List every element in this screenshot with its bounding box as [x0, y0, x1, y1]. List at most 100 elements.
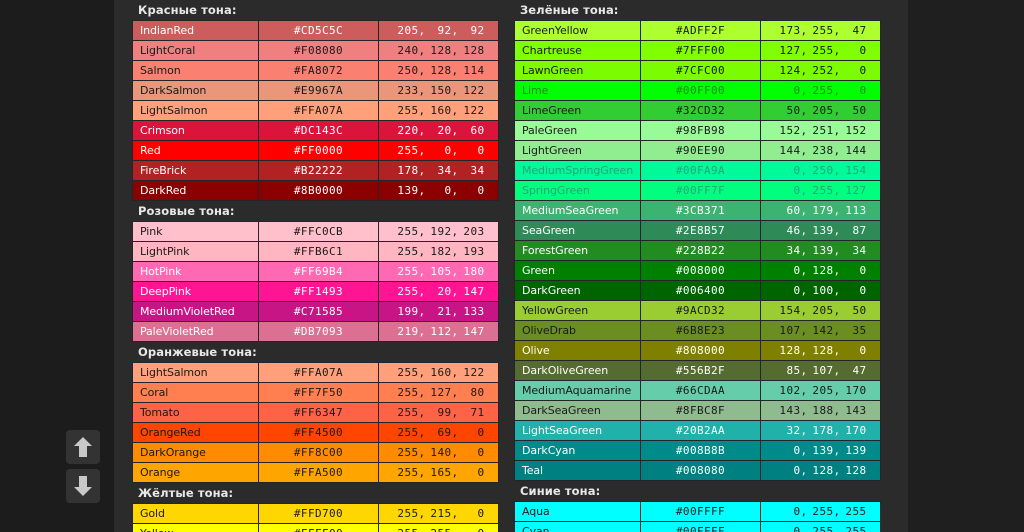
color-table: Gold#FFD700255,215,0Yellow#FFFF00255,255…	[132, 503, 499, 532]
color-name-cell: DarkOrange	[132, 442, 259, 463]
color-rgb-cell: 219, 112, 147	[378, 321, 499, 342]
section-title: Оранжевые тона:	[138, 345, 257, 359]
color-hex-cell: #556B2F	[640, 360, 761, 381]
color-name-cell: SpringGreen	[514, 180, 641, 201]
table-row: Yellow#FFFF00255,255,0	[132, 523, 499, 532]
color-name-cell: PaleVioletRed	[132, 321, 259, 342]
table-row: LightPink #FFB6C1 255, 182, 193	[132, 241, 499, 262]
color-table: Aqua #00FFFF 0, 255, 255 Cyan #00FFFF 0, 255, 255	[514, 501, 881, 532]
content-area: Красные тона: IndianRed #CD5C5C 205, 92, 92 Li…	[132, 0, 894, 532]
page-surface: Красные тона: IndianRed #CD5C5C 205, 92, 92 Li…	[114, 0, 908, 532]
table-row: DarkSalmon #E9967A 233, 150, 122	[132, 80, 499, 101]
color-rgb-cell: 255,255,0	[378, 523, 499, 532]
color-hex-cell: #DB7093	[258, 321, 379, 342]
table-row: MediumSpringGreen #00FA9A 0, 250, 154	[514, 160, 881, 181]
table-row: LawnGreen #7CFC00 124, 252, 0	[514, 60, 881, 81]
color-hex-cell: #7FFF00	[640, 40, 761, 61]
color-hex-cell: #008000	[640, 260, 761, 281]
table-row: HotPink #FF69B4 255, 105, 180	[132, 261, 499, 282]
color-hex-cell: #FFD700	[258, 503, 379, 524]
table-row: FireBrick #B22222 178, 34, 34	[132, 160, 499, 181]
color-rgb-cell: 46, 139, 87	[760, 220, 881, 241]
table-row: MediumVioletRed #C71585 199, 21, 133	[132, 301, 499, 322]
color-rgb-cell: 255, 215, 0	[378, 503, 499, 524]
color-hex-cell: #FFA07A	[258, 362, 379, 383]
color-hex-cell: #F08080	[258, 40, 379, 61]
table-row: PaleVioletRed #DB7093 219, 112, 147	[132, 321, 499, 342]
color-name-cell: ForestGreen	[514, 240, 641, 261]
color-hex-cell: #32CD32	[640, 100, 761, 121]
color-hex-cell: #FF4500	[258, 422, 379, 443]
color-rgb-cell: 107, 142, 35	[760, 320, 881, 341]
section-title: Жёлтые тона:	[138, 486, 234, 500]
color-name-cell: Pink	[132, 221, 259, 242]
color-rgb-cell: 85, 107, 47	[760, 360, 881, 381]
color-hex-cell: #FF7F50	[258, 382, 379, 403]
color-hex-cell: #FFA07A	[258, 100, 379, 121]
table-row: YellowGreen #9ACD32 154, 205, 50	[514, 300, 881, 321]
color-rgb-cell: 124, 252, 0	[760, 60, 881, 81]
color-name-cell: SeaGreen	[514, 220, 641, 241]
color-name-cell: MediumVioletRed	[132, 301, 259, 322]
color-name-cell: Teal	[514, 460, 641, 481]
color-name-cell: Green	[514, 260, 641, 281]
color-hex-cell: #008B8B	[640, 440, 761, 461]
color-rgb-cell: 0, 100, 0	[760, 280, 881, 301]
color-rgb-cell: 255, 140, 0	[378, 442, 499, 463]
table-row: DarkRed #8B0000 139, 0, 0	[132, 180, 499, 201]
color-rgb-cell: 178, 34, 34	[378, 160, 499, 181]
table-row: LightCoral #F08080 240, 128, 128	[132, 40, 499, 61]
page-inner: Красные тона: IndianRed #CD5C5C 205, 92, 92 Li…	[114, 0, 908, 532]
table-row: Salmon #FA8072 250, 128, 114	[132, 60, 499, 81]
color-name-cell: Lime	[514, 80, 641, 101]
color-table: Pink #FFC0CB 255, 192, 203 LightPink #FFB6C1 25…	[132, 221, 499, 342]
color-hex-cell: #FFC0CB	[258, 221, 379, 242]
right-column: Зелёные тона: GreenYellow #ADFF2F 173, 255, 4…	[514, 0, 882, 532]
color-hex-cell: #228B22	[640, 240, 761, 261]
scroll-controls[interactable]	[66, 430, 100, 508]
color-hex-cell: #FFA500	[258, 462, 379, 483]
color-name-cell: DarkSeaGreen	[514, 400, 641, 421]
color-hex-cell: #FFFF00	[258, 523, 379, 532]
color-rgb-cell: 255, 127, 80	[378, 382, 499, 403]
color-rgb-cell: 0, 255, 127	[760, 180, 881, 201]
color-rgb-cell: 250, 128, 114	[378, 60, 499, 81]
color-hex-cell: #00FFFF	[640, 521, 761, 532]
section-title: Красные тона:	[138, 3, 237, 17]
color-hex-cell: #CD5C5C	[258, 20, 379, 41]
color-rgb-cell: 240, 128, 128	[378, 40, 499, 61]
color-rgb-cell: 139, 0, 0	[378, 180, 499, 201]
scroll-up-button[interactable]	[66, 430, 100, 464]
color-name-cell: OrangeRed	[132, 422, 259, 443]
color-hex-cell: #B22222	[258, 160, 379, 181]
table-row: Aqua #00FFFF 0, 255, 255	[514, 501, 881, 522]
color-name-cell: LightSalmon	[132, 100, 259, 121]
color-name-cell: Tomato	[132, 402, 259, 423]
color-hex-cell: #E9967A	[258, 80, 379, 101]
color-hex-cell: #8FBC8F	[640, 400, 761, 421]
color-name-cell: LightGreen	[514, 140, 641, 161]
color-rgb-cell: 255, 99, 71	[378, 402, 499, 423]
color-hex-cell: #ADFF2F	[640, 20, 761, 41]
right-gutter	[908, 0, 1024, 532]
color-hex-cell: #FF8C00	[258, 442, 379, 463]
table-row: DarkOrange #FF8C00 255, 140, 0	[132, 442, 499, 463]
table-row: Crimson #DC143C 220, 20, 60	[132, 120, 499, 141]
color-name-cell: GreenYellow	[514, 20, 641, 41]
color-hex-cell: #90EE90	[640, 140, 761, 161]
table-row: Orange #FFA500 255, 165, 0	[132, 462, 499, 483]
color-hex-cell: #00FF00	[640, 80, 761, 101]
color-hex-cell: #FF0000	[258, 140, 379, 161]
color-name-cell: MediumAquamarine	[514, 380, 641, 401]
scroll-down-button[interactable]	[66, 469, 100, 503]
color-rgb-cell: 255, 165, 0	[378, 462, 499, 483]
table-row: LightSalmon #FFA07A 255, 160, 122	[132, 100, 499, 121]
color-rgb-cell: 199, 21, 133	[378, 301, 499, 322]
table-row: OrangeRed #FF4500 255, 69, 0	[132, 422, 499, 443]
color-name-cell: Coral	[132, 382, 259, 403]
color-name-cell: PaleGreen	[514, 120, 641, 141]
color-hex-cell: #006400	[640, 280, 761, 301]
color-rgb-cell: 60, 179, 113	[760, 200, 881, 221]
color-hex-cell: #FF1493	[258, 281, 379, 302]
color-name-cell: LawnGreen	[514, 60, 641, 81]
